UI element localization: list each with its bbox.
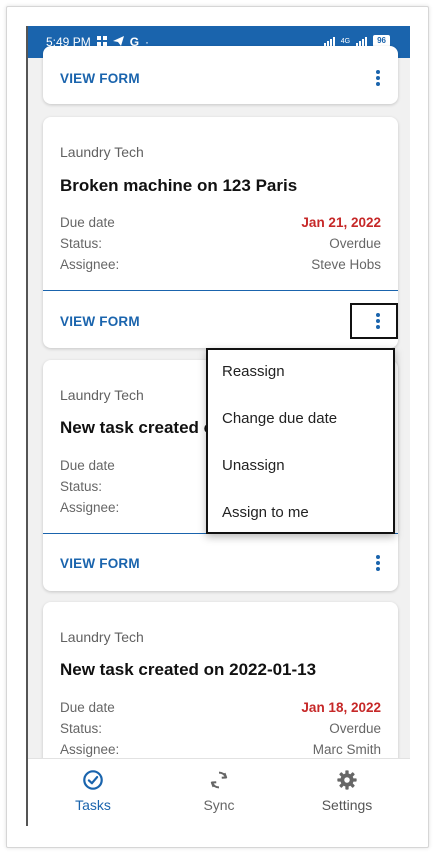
network-label: 4G [340,37,351,45]
due-date-value: Jan 18, 2022 [301,700,381,715]
more-options-button[interactable] [374,555,382,573]
status-label: Status: [60,236,103,251]
assignee-row: Assignee: Marc Smith [60,742,381,757]
due-date-row: Due date Jan 21, 2022 [60,215,381,230]
assignee-value: Steve Hobs [311,257,381,272]
highlight-box [350,303,398,339]
assignee-label: Assignee: [60,742,120,757]
view-form-button[interactable]: VIEW FORM [60,71,140,86]
assignee-label: Assignee: [60,257,120,272]
signal-icon [323,36,335,46]
assignee-label: Assignee: [60,500,120,515]
due-date-label: Due date [60,458,115,473]
status-value: Overdue [329,236,381,251]
gear-icon [337,770,357,790]
more-options-button[interactable] [374,70,382,88]
task-org: Laundry Tech [60,387,144,403]
task-card: Laundry Tech Broken machine on 123 Paris… [43,117,398,348]
menu-item-unassign[interactable]: Unassign [222,457,285,474]
menu-item-assign-to-me[interactable]: Assign to me [222,504,309,521]
status-label: Status: [60,721,103,736]
bottom-navigation: Tasks Sync Settings [28,758,410,826]
due-date-row: Due date Jan 18, 2022 [60,700,381,715]
due-date-label: Due date [60,215,115,230]
phone-screen: 5:49 PM G · 4G 96 VIEW FORM Laundry Tech… [26,26,410,826]
status-row: Status: Overdue [60,236,381,251]
more-vert-icon [374,70,382,86]
nav-settings[interactable]: Settings [297,759,397,826]
task-title: Broken machine on 123 Paris [60,176,298,195]
nav-sync-label: Sync [203,797,235,813]
sync-icon [210,771,228,789]
task-org: Laundry Tech [60,629,144,645]
nav-tasks[interactable]: Tasks [43,759,143,826]
signal-icon-2 [356,36,368,46]
assignee-value: Marc Smith [312,742,381,757]
status-row: Status: Overdue [60,721,381,736]
status-label: Status: [60,479,103,494]
status-value: Overdue [329,721,381,736]
nav-settings-label: Settings [321,797,373,813]
task-org: Laundry Tech [60,144,144,160]
task-card-top: VIEW FORM [43,46,398,104]
card-divider [43,290,398,291]
nav-tasks-label: Tasks [75,797,111,813]
context-menu: Reassign Change due date Unassign Assign… [206,348,395,534]
task-title: New task created o [60,418,215,437]
more-vert-icon [374,555,382,571]
menu-item-change-due-date[interactable]: Change due date [222,410,337,427]
menu-item-reassign[interactable]: Reassign [222,363,285,380]
view-form-button[interactable]: VIEW FORM [60,556,140,571]
nav-sync[interactable]: Sync [169,759,269,826]
task-title: New task created on 2022-01-13 [60,660,317,679]
due-date-value: Jan 21, 2022 [301,215,381,230]
check-circle-icon [83,770,103,790]
assignee-row: Assignee: Steve Hobs [60,257,381,272]
view-form-button[interactable]: VIEW FORM [60,314,140,329]
due-date-label: Due date [60,700,115,715]
